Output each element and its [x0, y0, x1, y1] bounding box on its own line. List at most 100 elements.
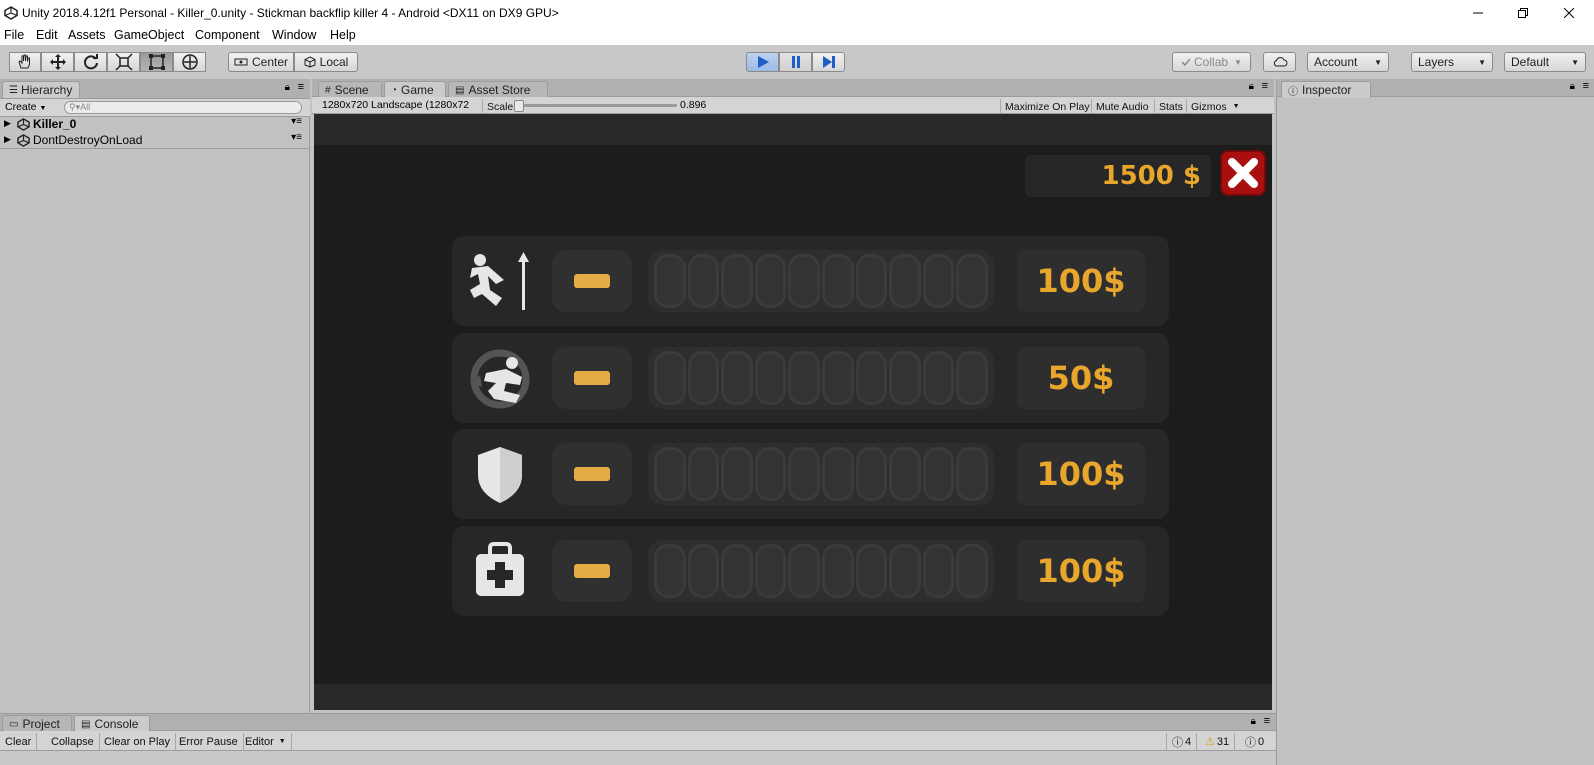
minus-icon	[574, 371, 610, 385]
minimize-button[interactable]	[1455, 0, 1501, 26]
play-icon	[757, 56, 769, 68]
inspector-panel: ⓘ Inspector 🔒︎ ≡	[1276, 79, 1594, 765]
pause-button[interactable]	[779, 52, 812, 72]
hierarchy-tabbar: ☰ Hierarchy 🔒︎ ≡	[0, 79, 310, 99]
tab-project[interactable]: ▭ Project	[2, 715, 72, 732]
resolution-dropdown[interactable]: 1280x720 Landscape (1280x72	[322, 99, 469, 111]
step-button[interactable]	[812, 52, 845, 72]
editor-dropdown[interactable]: Editor ▼	[240, 733, 292, 750]
hand-tool-button[interactable]	[9, 52, 41, 72]
scale-slider-handle[interactable]	[514, 100, 524, 112]
decrease-button[interactable]	[552, 443, 632, 505]
cube-icon	[304, 56, 316, 68]
shop-close-button[interactable]	[1220, 150, 1266, 196]
menu-assets[interactable]: Assets	[68, 28, 106, 42]
info-count-toggle[interactable]: ⓘ 4	[1166, 733, 1198, 750]
panel-menu-icon[interactable]: ≡	[1264, 715, 1270, 727]
collab-dropdown[interactable]: Collab ▼	[1172, 52, 1251, 72]
lock-icon[interactable]: 🔒︎	[285, 82, 290, 93]
layers-dropdown[interactable]: Layers ▼	[1411, 52, 1493, 72]
upgrade-price-button[interactable]: 100$	[1017, 443, 1145, 505]
bottom-tabbar: ▭ Project ▤ Console 🔒︎ ≡	[0, 713, 1276, 732]
move-tool-button[interactable]	[41, 52, 74, 72]
item-menu-icon[interactable]: ▾≡	[291, 116, 302, 127]
list-icon: ☰	[9, 84, 18, 96]
list-item[interactable]: ▶ Killer_0 ▾≡	[0, 116, 310, 133]
hierarchy-search-input[interactable]: ⚲▾All	[64, 101, 302, 114]
decrease-button[interactable]	[552, 347, 632, 409]
rect-tool-button[interactable]	[140, 52, 173, 72]
tab-asset-store[interactable]: ▤ Asset Store	[448, 81, 548, 98]
pivot-center-button[interactable]: Center	[228, 52, 294, 72]
title-bar: Unity 2018.4.12f1 Personal - Killer_0.un…	[0, 0, 1594, 26]
toolbar: Center Local Collab ▼ Account ▼ Layers ▼ De…	[0, 45, 1594, 79]
clear-button[interactable]: Clear	[0, 733, 38, 750]
create-dropdown[interactable]: Create ▼	[5, 101, 46, 113]
upgrade-price-button[interactable]: 100$	[1017, 540, 1145, 602]
item-menu-icon[interactable]: ▾≡	[291, 132, 302, 143]
list-item[interactable]: ▶ DontDestroyOnLoad ▾≡	[0, 132, 310, 149]
upgrade-price-button[interactable]: 100$	[1017, 250, 1145, 312]
minimize-icon	[1473, 12, 1483, 14]
menu-help[interactable]: Help	[330, 28, 356, 42]
menu-window[interactable]: Window	[272, 28, 316, 42]
error-icon: ⓘ	[1245, 736, 1256, 749]
layout-dropdown[interactable]: Default ▼	[1504, 52, 1586, 72]
close-window-button[interactable]	[1546, 0, 1592, 26]
lock-icon[interactable]: 🔒︎	[1251, 716, 1256, 727]
collapse-toggle[interactable]: Collapse	[46, 733, 100, 750]
restore-button[interactable]	[1500, 0, 1546, 26]
rotate-tool-button[interactable]	[74, 52, 107, 72]
pause-icon	[791, 56, 800, 68]
lock-icon[interactable]: 🔒︎	[1570, 81, 1575, 92]
menu-edit[interactable]: Edit	[36, 28, 58, 42]
menu-gameobject[interactable]: GameObject	[114, 28, 184, 42]
error-pause-toggle[interactable]: Error Pause	[174, 733, 244, 750]
menu-component[interactable]: Component	[195, 28, 260, 42]
decrease-button[interactable]	[552, 540, 632, 602]
upgrade-price-button[interactable]: 50$	[1017, 347, 1145, 409]
pacman-icon: ◔	[391, 84, 398, 96]
panel-menu-icon[interactable]: ≡	[1583, 80, 1589, 92]
tab-scene[interactable]: # Scene	[318, 81, 382, 98]
lock-icon[interactable]: 🔒︎	[1249, 81, 1254, 92]
game-canvas[interactable]: 1500 $ 100$ 50$ 100$ 100$	[314, 145, 1272, 684]
transform-tool-button[interactable]	[173, 52, 206, 72]
upgrade-row-flip: 50$	[452, 333, 1169, 423]
menu-file[interactable]: File	[4, 28, 24, 42]
pivot-icon	[234, 58, 248, 66]
move-icon	[49, 54, 66, 70]
tab-hierarchy[interactable]: ☰ Hierarchy	[2, 81, 80, 98]
clear-on-play-toggle[interactable]: Clear on Play	[99, 733, 177, 750]
play-button[interactable]	[746, 52, 779, 72]
minus-icon	[574, 467, 610, 481]
upgrade-level-bar	[648, 540, 994, 602]
info-icon: ⓘ	[1288, 86, 1298, 98]
scale-slider[interactable]	[514, 100, 677, 112]
scale-tool-button[interactable]	[107, 52, 140, 72]
tab-console[interactable]: ▤ Console	[74, 715, 150, 732]
console-toolbar: Clear Collapse Clear on Play Error Pause…	[0, 731, 1276, 751]
tab-inspector[interactable]: ⓘ Inspector	[1281, 81, 1371, 98]
hierarchy-panel: ☰ Hierarchy 🔒︎ ≡ Create ▼ ⚲▾All ▶ Killer…	[0, 79, 310, 715]
panel-menu-icon[interactable]: ≡	[298, 81, 304, 93]
maximize-on-play-toggle[interactable]: Maximize On Play	[1000, 99, 1094, 114]
error-count-toggle[interactable]: ⓘ 0	[1240, 733, 1269, 750]
cloud-button[interactable]	[1263, 52, 1296, 72]
panel-menu-icon[interactable]: ≡	[1262, 80, 1268, 92]
grid-icon: #	[325, 84, 331, 96]
money-display: 1500 $	[1025, 155, 1211, 197]
console-log-area[interactable]	[0, 751, 1276, 765]
rect-transform-icon	[148, 54, 165, 70]
mute-audio-toggle[interactable]: Mute Audio	[1091, 99, 1153, 114]
expand-arrow-icon[interactable]: ▶	[4, 134, 11, 145]
tab-game[interactable]: ◔ Game	[384, 81, 446, 98]
account-dropdown[interactable]: Account ▼	[1307, 52, 1389, 72]
stats-toggle[interactable]: Stats	[1154, 99, 1187, 114]
warning-count-toggle[interactable]: ⚠ 31	[1200, 733, 1236, 750]
decrease-button[interactable]	[552, 250, 632, 312]
pivot-local-button[interactable]: Local	[294, 52, 358, 72]
check-icon	[1181, 58, 1191, 67]
expand-arrow-icon[interactable]: ▶	[4, 118, 11, 129]
gizmos-dropdown[interactable]: Gizmos ▼	[1186, 99, 1244, 114]
